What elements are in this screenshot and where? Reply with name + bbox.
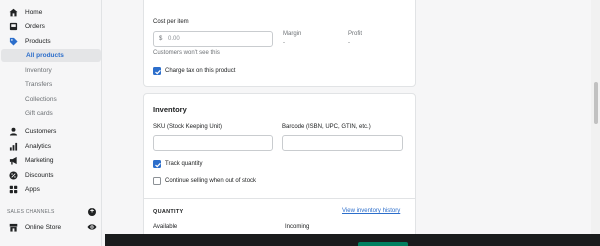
inventory-card: Inventory SKU (Stock Keeping Unit) Barco… <box>143 93 416 246</box>
sidebar-subitem-inventory[interactable]: Inventory <box>0 64 102 77</box>
store-icon <box>8 223 18 233</box>
section-divider <box>144 198 415 199</box>
sidebar-item-products[interactable]: Products <box>0 35 102 48</box>
person-icon <box>8 127 18 137</box>
available-label: Available <box>153 224 178 230</box>
sidebar-item-home[interactable]: Home <box>0 6 102 19</box>
currency-prefix: $ <box>159 36 163 42</box>
apps-icon <box>8 185 18 195</box>
cost-help-text: Customers won't see this <box>153 50 220 56</box>
sidebar-item-label: Gift cards <box>25 110 53 117</box>
tag-icon <box>8 37 18 47</box>
barcode-input[interactable] <box>282 135 403 151</box>
margin-label: Margin <box>283 31 302 37</box>
track-quantity-checkbox[interactable] <box>153 160 161 168</box>
save-bar <box>105 234 600 246</box>
sidebar-subitem-all-products[interactable]: All products <box>1 49 101 62</box>
sidebar-item-apps[interactable]: Apps <box>0 183 102 196</box>
continue-selling-label: Continue selling when out of stock <box>165 178 257 184</box>
sidebar-item-label: Products <box>25 38 51 45</box>
sidebar-item-label: All products <box>26 52 64 59</box>
cost-per-item-value: 0.00 <box>168 36 180 42</box>
sidebar-subitem-gift-cards[interactable]: Gift cards <box>0 107 102 120</box>
charge-tax-checkbox[interactable] <box>153 67 161 75</box>
incoming-label: Incoming <box>285 224 310 230</box>
add-sales-channel-button[interactable]: + <box>88 208 96 216</box>
sidebar-subitem-transfers[interactable]: Transfers <box>0 78 102 91</box>
main-content: Cost per item $ 0.00 Margin - Profit - C… <box>103 0 600 246</box>
sidebar-item-orders[interactable]: Orders <box>0 20 102 33</box>
sidebar-item-customers[interactable]: Customers <box>0 125 102 138</box>
sidebar-item-discounts[interactable]: Discounts <box>0 169 102 182</box>
orders-icon <box>8 22 18 32</box>
profit-value: - <box>348 40 350 46</box>
continue-selling-checkbox[interactable] <box>153 177 161 185</box>
sidebar-item-analytics[interactable]: Analytics <box>0 140 102 153</box>
charge-tax-label: Charge tax on this product <box>165 68 236 74</box>
inventory-title: Inventory <box>153 105 187 114</box>
save-button[interactable] <box>358 242 408 246</box>
quantity-heading: QUANTITY <box>153 209 184 215</box>
sidebar-item-marketing[interactable]: Marketing <box>0 154 102 167</box>
sku-input[interactable] <box>153 135 273 151</box>
sidebar-item-label: Analytics <box>25 143 52 150</box>
sidebar-subitem-collections[interactable]: Collections <box>0 93 102 106</box>
megaphone-icon <box>8 156 18 166</box>
sidebar-item-label: Discounts <box>25 172 54 179</box>
sidebar-item-label: Home <box>25 9 43 16</box>
cost-per-item-input[interactable]: $ 0.00 <box>153 31 273 47</box>
profit-label: Profit <box>348 31 363 37</box>
margin-value: - <box>283 40 285 46</box>
sidebar-item-label: Online Store <box>25 224 62 231</box>
cost-per-item-label: Cost per item <box>153 19 189 25</box>
scrollbar-thumb[interactable] <box>594 82 598 124</box>
sidebar-item-label: Collections <box>25 96 57 103</box>
bar-chart-icon <box>8 142 18 152</box>
sidebar-item-label: Customers <box>25 128 57 135</box>
home-icon <box>8 8 18 18</box>
track-quantity-label: Track quantity <box>165 161 203 167</box>
discount-icon <box>8 171 18 181</box>
sales-channels-heading: SALES CHANNELS <box>7 209 55 215</box>
eye-icon[interactable] <box>87 223 97 231</box>
view-inventory-history-link[interactable]: View inventory history <box>342 208 400 214</box>
pricing-card: Cost per item $ 0.00 Margin - Profit - C… <box>143 0 416 87</box>
sku-label: SKU (Stock Keeping Unit) <box>153 124 223 130</box>
sidebar-nav: Home Orders Products All products Invent… <box>0 0 102 246</box>
sidebar-item-label: Transfers <box>25 81 53 88</box>
sidebar-item-label: Orders <box>25 23 45 30</box>
sidebar-item-label: Apps <box>25 186 40 193</box>
sidebar-item-label: Inventory <box>25 67 52 74</box>
sidebar-item-label: Marketing <box>25 157 54 164</box>
barcode-label: Barcode (ISBN, UPC, GTIN, etc.) <box>282 124 371 130</box>
